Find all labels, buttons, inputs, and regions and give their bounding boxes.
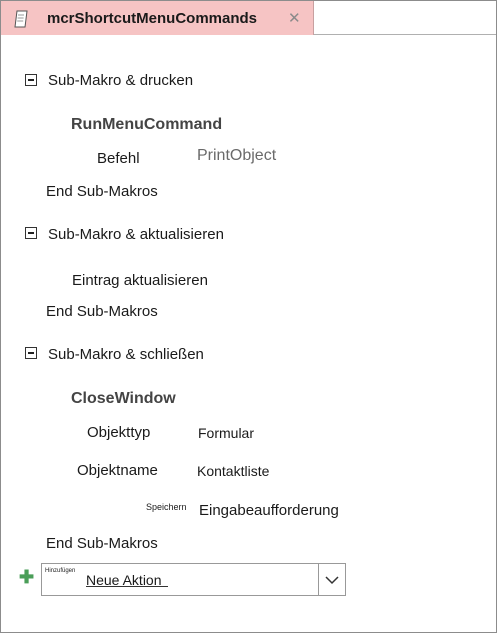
end-submacro-1: End Sub-Makros	[46, 183, 158, 200]
text-underline	[86, 586, 168, 587]
add-action-combobox[interactable]: Hinzufügen Neue Aktion	[41, 563, 346, 596]
argument-value-befehl[interactable]: PrintObject	[197, 147, 276, 165]
submacro-header-aktualisieren[interactable]: Sub-Makro & aktualisieren	[48, 226, 224, 243]
argument-label-objekttyp: Objekttyp	[87, 424, 151, 441]
argument-label-befehl: Befehl	[97, 150, 140, 167]
plus-icon[interactable]: ✚	[19, 567, 34, 588]
argument-value-objektname[interactable]: Kontaktliste	[197, 463, 269, 479]
collapse-icon[interactable]	[25, 347, 37, 359]
argument-label-objektname: Objektname	[77, 462, 158, 479]
macro-document-icon	[14, 10, 28, 28]
action-runmenucommand[interactable]: RunMenuCommand	[71, 116, 222, 134]
tab-mcrShortcutMenuCommands[interactable]: mcrShortcutMenuCommands ✕	[1, 1, 314, 35]
action-closewindow[interactable]: CloseWindow	[71, 390, 176, 408]
combo-separator	[318, 564, 319, 595]
end-submacro-3: End Sub-Makros	[46, 535, 158, 552]
add-action-small-label: Hinzufügen	[45, 568, 76, 574]
submacro-header-drucken[interactable]: Sub-Makro & drucken	[48, 72, 193, 89]
tab-strip-border	[314, 34, 496, 35]
argument-value-speichern[interactable]: Eingabeaufforderung	[199, 502, 339, 519]
chevron-down-icon	[325, 576, 339, 585]
argument-label-speichern: Speichern	[146, 502, 187, 512]
action-eintrag-aktualisieren[interactable]: Eintrag aktualisieren	[72, 272, 208, 289]
tab-title: mcrShortcutMenuCommands	[47, 10, 258, 27]
collapse-icon[interactable]	[25, 74, 37, 86]
end-submacro-2: End Sub-Makros	[46, 303, 158, 320]
collapse-icon[interactable]	[25, 227, 37, 239]
dropdown-button[interactable]	[320, 565, 344, 594]
submacro-header-schliessen[interactable]: Sub-Makro & schließen	[48, 346, 204, 363]
argument-value-objekttyp[interactable]: Formular	[198, 425, 254, 441]
close-icon[interactable]: ✕	[288, 9, 301, 27]
